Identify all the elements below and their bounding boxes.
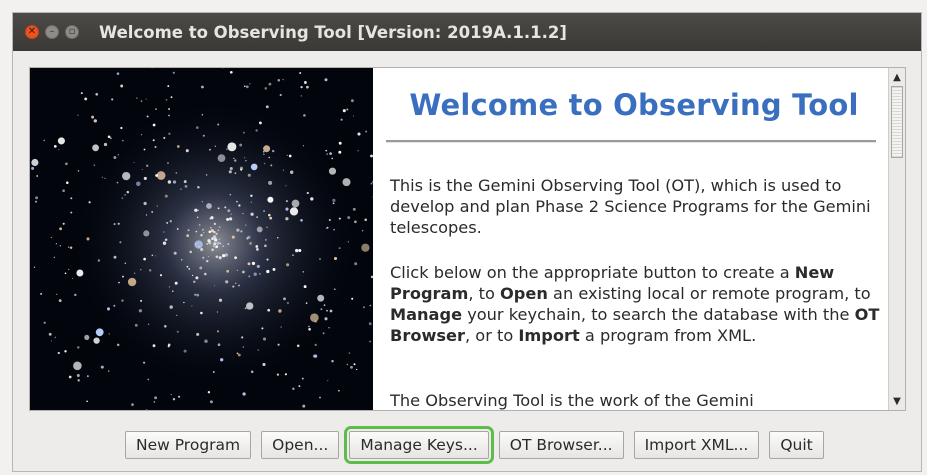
welcome-pane: Welcome to Observing Tool This is the Ge… <box>29 67 906 411</box>
button-bar: New Program Open... Manage Keys... OT Br… <box>125 426 834 464</box>
maximize-icon[interactable]: ▫ <box>65 25 79 39</box>
welcome-heading: Welcome to Observing Tool <box>409 88 859 122</box>
welcome-window: ✕ – ▫ Welcome to Observing Tool [Version… <box>12 12 922 472</box>
credits-paragraph: The Observing Tool is the work of the Ge… <box>390 391 754 410</box>
manage-keys-button[interactable]: Manage Keys... <box>344 426 494 464</box>
vertical-scrollbar[interactable]: ▲ ▼ <box>888 68 905 410</box>
heading-divider <box>386 140 876 143</box>
minimize-icon[interactable]: – <box>45 25 59 39</box>
arrow-up-icon[interactable]: ▲ <box>889 69 905 85</box>
window-title: Welcome to Observing Tool [Version: 2019… <box>99 22 567 42</box>
title-bar[interactable]: ✕ – ▫ Welcome to Observing Tool [Version… <box>13 13 921 51</box>
scrollbar-thumb[interactable] <box>891 86 903 158</box>
instructions-paragraph: Click below on the appropriate button to… <box>390 263 880 345</box>
quit-button[interactable]: Quit <box>769 431 824 459</box>
open-button[interactable]: Open... <box>261 431 340 459</box>
import-xml-button[interactable]: Import XML... <box>633 431 760 459</box>
intro-paragraph: This is the Gemini Observing Tool (OT), … <box>390 176 871 237</box>
ot-browser-button[interactable]: OT Browser... <box>498 431 624 459</box>
arrow-down-icon[interactable]: ▼ <box>889 393 905 409</box>
close-icon[interactable]: ✕ <box>25 25 39 39</box>
star-cluster-image <box>30 68 373 410</box>
new-program-button[interactable]: New Program <box>125 431 252 459</box>
welcome-text-area: Welcome to Observing Tool This is the Ge… <box>380 68 888 410</box>
